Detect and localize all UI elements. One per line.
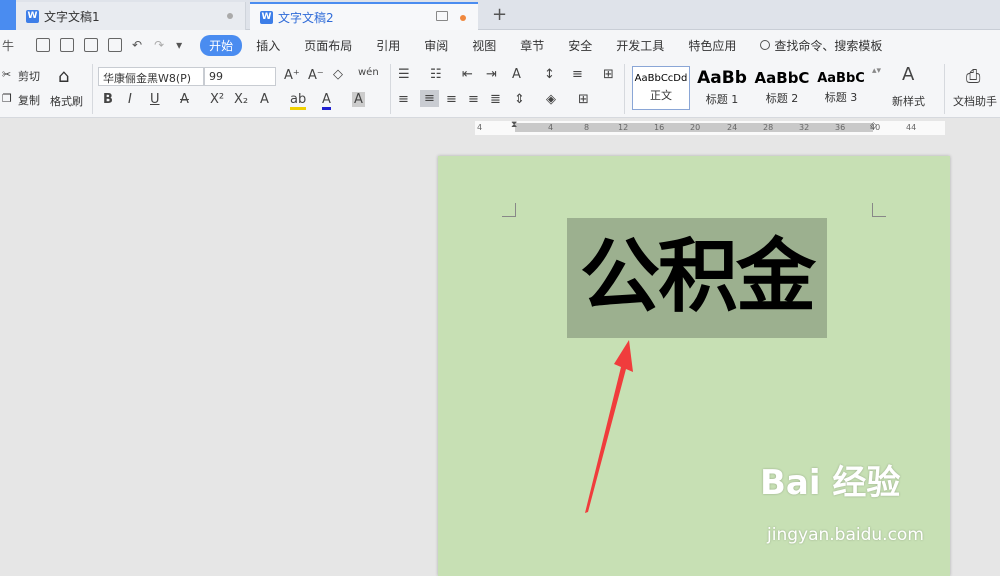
watermark-url: jingyan.baidu.com: [767, 525, 924, 545]
watermark-brand: Bai 经验: [760, 463, 901, 503]
annotation-arrow-shape: [585, 340, 633, 513]
